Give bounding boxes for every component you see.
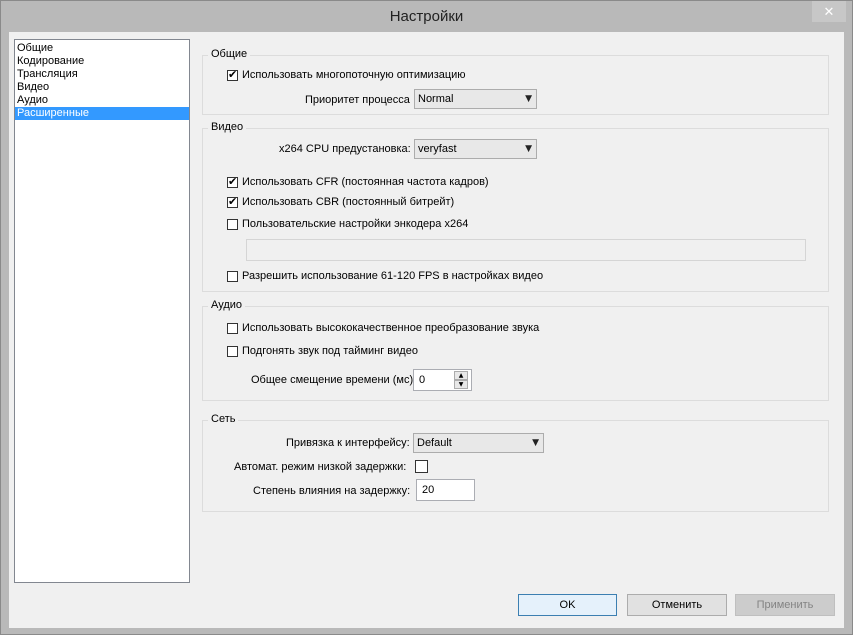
sidebar-item-broadcast[interactable]: Трансляция: [15, 68, 189, 81]
audio-group-label: Аудио: [208, 299, 246, 311]
general-group: Общие Использовать многопоточную оптимиз…: [202, 48, 829, 115]
audio-offset-input[interactable]: 0 ▲ ▼: [413, 369, 472, 391]
hq-resample-checkbox[interactable]: [227, 323, 238, 334]
sidebar-item-general[interactable]: Общие: [15, 42, 189, 55]
video-group-label: Видео: [208, 121, 247, 133]
sidebar-item-advanced[interactable]: Расширенные: [15, 107, 189, 120]
chevron-down-icon: ▼: [525, 144, 532, 154]
window-title: Настройки: [389, 8, 464, 25]
cfr-checkbox[interactable]: [227, 175, 238, 188]
bind-interface-select[interactable]: Default ▼: [413, 433, 544, 453]
settings-category-list[interactable]: Общие Кодирование Трансляция Видео Аудио…: [14, 39, 190, 583]
video-group: Видео x264 CPU предустановка: veryfast ▼…: [202, 121, 829, 292]
x264-preset-select[interactable]: veryfast ▼: [414, 139, 537, 159]
ok-button[interactable]: OK: [518, 594, 617, 616]
bind-interface-value: Default: [417, 437, 452, 449]
latency-factor-value: 20: [422, 484, 435, 496]
close-icon: ✕: [823, 3, 835, 19]
spin-down-icon[interactable]: ▼: [454, 380, 468, 389]
window-frame-right: [844, 32, 852, 634]
audio-sync-checkbox[interactable]: [227, 346, 238, 357]
latency-factor-input[interactable]: 20: [416, 479, 475, 501]
chevron-down-icon: ▼: [525, 94, 532, 104]
network-group-label: Сеть: [208, 413, 239, 425]
cfr-label[interactable]: Использовать CFR (постоянная частота кад…: [242, 176, 489, 188]
high-fps-label[interactable]: Разрешить использование 61-120 FPS в нас…: [242, 270, 543, 282]
custom-x264-label[interactable]: Пользовательские настройки энкодера x264: [242, 218, 468, 230]
audio-offset-value: 0: [419, 374, 426, 386]
high-fps-checkbox[interactable]: [227, 271, 238, 282]
custom-x264-checkbox[interactable]: [227, 219, 238, 230]
dialog-client-area: Общие Кодирование Трансляция Видео Аудио…: [9, 32, 844, 628]
bind-interface-label: Привязка к интерфейсу:: [286, 437, 410, 449]
x264-preset-label: x264 CPU предустановка:: [279, 143, 411, 155]
cbr-checkbox[interactable]: [227, 195, 238, 208]
priority-select[interactable]: Normal ▼: [414, 89, 537, 109]
sidebar-item-video[interactable]: Видео: [15, 81, 189, 94]
custom-x264-input[interactable]: [246, 239, 806, 261]
apply-button[interactable]: Применить: [735, 594, 835, 616]
hq-resample-label[interactable]: Использовать высококачественное преобраз…: [242, 322, 539, 334]
settings-window: Настройки ✕ Общие Кодирование Трансляция…: [0, 0, 853, 635]
audio-group: Аудио Использовать высококачественное пр…: [202, 299, 829, 401]
audio-offset-spinner[interactable]: ▲ ▼: [454, 371, 470, 391]
audio-sync-label[interactable]: Подгонять звук под тайминг видео: [242, 345, 418, 357]
audio-offset-label: Общее смещение времени (мс):: [251, 374, 417, 386]
title-bar[interactable]: Настройки ✕: [1, 1, 852, 32]
sidebar-item-audio[interactable]: Аудио: [15, 94, 189, 107]
chevron-down-icon: ▼: [532, 438, 539, 448]
window-frame-left: [1, 32, 9, 634]
low-latency-checkbox[interactable]: [415, 460, 428, 473]
cancel-button[interactable]: Отменить: [627, 594, 727, 616]
cbr-label[interactable]: Использовать CBR (постоянный битрейт): [242, 196, 454, 208]
network-group: Сеть Привязка к интерфейсу: Default ▼ Ав…: [202, 413, 829, 512]
latency-factor-label: Степень влияния на задержку:: [253, 485, 411, 497]
sidebar-item-encoding[interactable]: Кодирование: [15, 55, 189, 68]
spin-up-icon[interactable]: ▲: [454, 371, 468, 380]
priority-label: Приоритет процесса: [305, 94, 410, 106]
x264-preset-value: veryfast: [418, 143, 457, 155]
multithread-checkbox[interactable]: [227, 68, 238, 81]
low-latency-label: Автомат. режим низкой задержки:: [234, 461, 407, 473]
general-group-label: Общие: [208, 48, 251, 60]
multithread-label[interactable]: Использовать многопоточную оптимизацию: [242, 69, 466, 81]
close-button[interactable]: ✕: [812, 1, 846, 22]
priority-select-value: Normal: [418, 93, 454, 105]
